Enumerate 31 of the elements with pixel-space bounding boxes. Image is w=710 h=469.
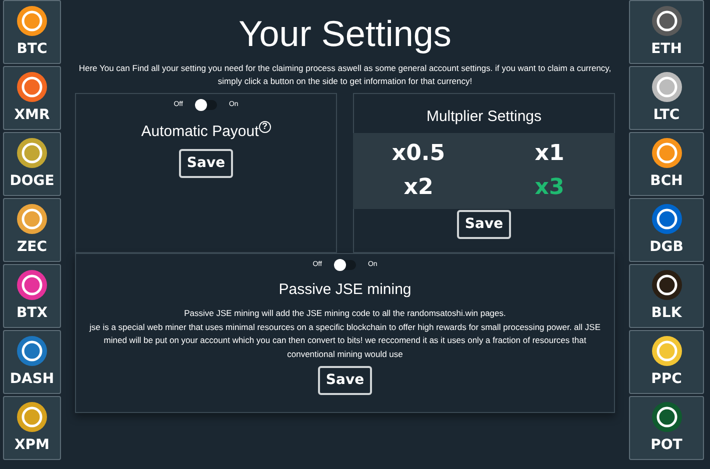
coin-button[interactable]: DASH [3, 330, 61, 394]
coin-button[interactable]: BTX [3, 264, 61, 328]
save-button[interactable]: Save [178, 149, 234, 178]
coin-button[interactable]: DOGE [3, 132, 61, 196]
toggle-switch[interactable] [194, 100, 217, 110]
coin-button[interactable]: XPM [3, 396, 61, 460]
page-title: Your Settings [238, 12, 452, 56]
save-button[interactable]: Save [456, 210, 512, 238]
coin-button[interactable]: DGB [629, 198, 704, 262]
coin-button[interactable]: PPC [629, 330, 704, 394]
coin-button[interactable]: BTC [3, 0, 61, 64]
multiplier-option[interactable]: x0.5 [353, 136, 484, 170]
coin-button[interactable]: LTC [629, 66, 704, 130]
toggle-switch[interactable] [334, 260, 356, 270]
coin-button[interactable]: POT [629, 396, 704, 460]
multiplier-option[interactable]: x1 [484, 136, 615, 170]
coin-button[interactable]: ZEC [3, 198, 61, 262]
jse-title: Passive JSE mining [278, 280, 412, 300]
save-button[interactable]: Save [318, 366, 372, 395]
help-icon[interactable]: ? [258, 120, 271, 132]
multiplier-option[interactable]: x2 [353, 170, 484, 204]
multiplier-option[interactable]: x3 [484, 170, 615, 204]
coin-button[interactable]: XMR [3, 66, 61, 130]
intro-text: Here You can Find all your setting you need for the claiming process aswell as some general account settings. if you want to claim a currency, simply click a button on the side to get information for that currency! [78, 62, 612, 88]
coin-button[interactable]: BCH [629, 132, 704, 196]
auto-payout-title: Automatic Payout [141, 122, 259, 142]
multiplier-title: Multplier Settings [426, 107, 542, 127]
jse-description: jse is a special web miner that uses minimal resources on a specific blockchain to offer high rewards for small processing power. all JSE mined will be put on your account which you can then convert to bits! we reccomend it as it uses only a fraction of resources that conventional mining would use [88, 320, 602, 361]
coin-button[interactable]: ETH [629, 0, 704, 64]
jse-description: Passive JSE mining will add the JSE mining code to all the randomsatoshi.win pages. [183, 307, 507, 320]
coin-button[interactable]: BLK [629, 264, 704, 328]
